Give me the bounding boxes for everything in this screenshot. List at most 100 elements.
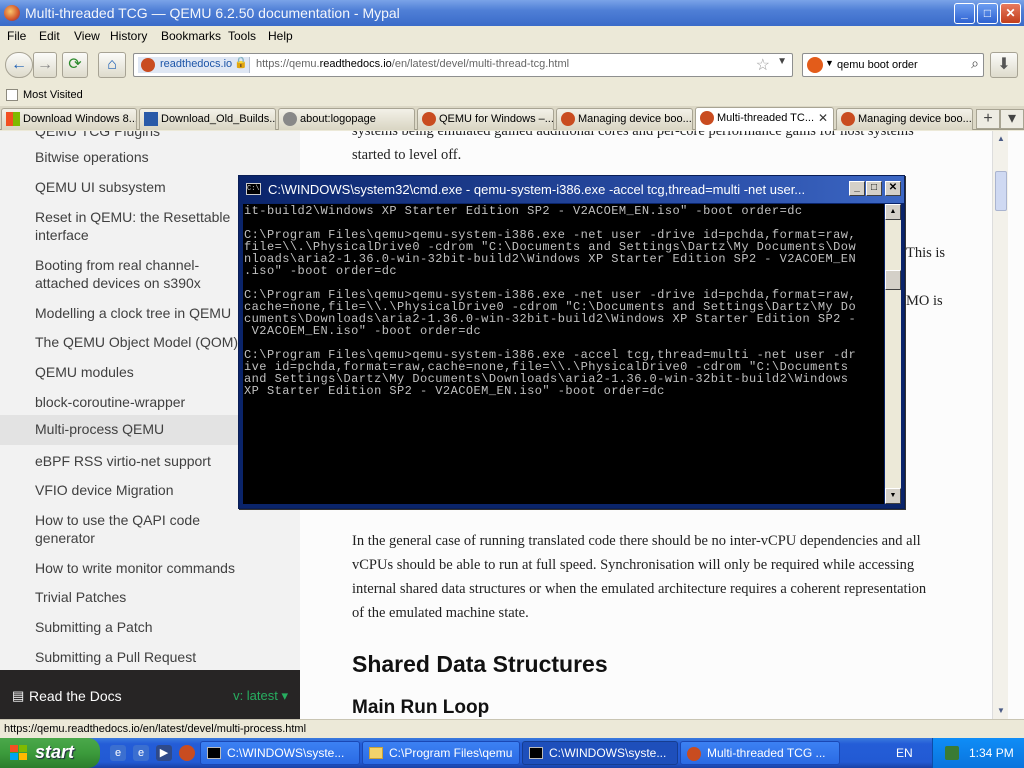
- version-selector[interactable]: v: latest ▾: [233, 688, 288, 704]
- bookmark-star-icon[interactable]: ☆: [756, 55, 770, 75]
- minimize-button[interactable]: _: [954, 3, 975, 24]
- cmd-title-bar[interactable]: C:\ C:\WINDOWS\system32\cmd.exe - qemu-s…: [239, 176, 904, 203]
- downloads-button[interactable]: ⬇: [990, 52, 1018, 78]
- tab-download-windows-8[interactable]: Download Windows 8...: [1, 108, 137, 130]
- download-arrow-icon: ⬇: [997, 56, 1011, 73]
- tab-managing-device-boot-2[interactable]: Managing device boo...: [836, 108, 973, 130]
- paragraph-fragment: MO is: [906, 293, 943, 309]
- tab-multi-threaded-tcg[interactable]: Multi-threaded TC... ✕: [695, 107, 834, 131]
- quicklaunch-media-icon[interactable]: ▶: [156, 745, 172, 761]
- maximize-button[interactable]: □: [977, 3, 998, 24]
- menu-tools[interactable]: Tools: [228, 29, 256, 43]
- start-label: start: [35, 742, 75, 762]
- system-tray: 1:34 PM: [932, 738, 1024, 768]
- book-icon: ▤: [12, 688, 25, 703]
- sidebar-item-submitting-pull-request[interactable]: Submitting a Pull Request: [0, 647, 300, 669]
- cmd-app-icon: C:\: [246, 183, 261, 195]
- paragraph-line: In the general case of running translate…: [352, 533, 921, 549]
- menu-view[interactable]: View: [74, 29, 100, 43]
- scroll-up-arrow-icon[interactable]: ▲: [993, 131, 1009, 147]
- home-button[interactable]: ⌂: [98, 52, 126, 78]
- tab-download-old-builds[interactable]: Download_Old_Builds...: [139, 108, 276, 130]
- tab-label: Managing device boo...: [578, 113, 692, 125]
- quicklaunch-browser-icon[interactable]: e: [133, 745, 149, 761]
- console-scroll-thumb[interactable]: [885, 270, 901, 290]
- search-bar[interactable]: ▼ ⌕: [802, 53, 984, 77]
- console-scroll-up-icon[interactable]: ▲: [885, 204, 901, 220]
- sidebar-item-label: Multi-process QEMU: [35, 421, 165, 437]
- taskbar-button-label: Multi-threaded TCG ...: [707, 746, 826, 760]
- readthedocs-favicon-icon: [841, 112, 855, 126]
- window-title-bar[interactable]: Multi-threaded TCG — QEMU 6.2.50 documen…: [0, 0, 1024, 26]
- tab-label: Managing device boo...: [858, 113, 972, 125]
- status-link-url: https://qemu.readthedocs.io/en/latest/de…: [4, 723, 307, 735]
- quicklaunch-ie-icon[interactable]: e: [110, 745, 126, 761]
- menu-help[interactable]: Help: [268, 29, 293, 43]
- search-engine-dropdown-icon[interactable]: ▼: [825, 58, 834, 68]
- url-text[interactable]: https://qemu.readthedocs.io/en/latest/de…: [256, 58, 569, 70]
- sidebar-item-qapi-code-generator[interactable]: How to use the QAPI code generator: [0, 510, 300, 550]
- forward-button[interactable]: →: [33, 52, 57, 78]
- address-bar[interactable]: readthedocs.io 🔒 https://qemu.readthedoc…: [133, 53, 793, 77]
- menu-bookmarks[interactable]: Bookmarks: [161, 29, 221, 43]
- cmd-minimize-button[interactable]: _: [849, 181, 865, 196]
- mypal-app-icon: [4, 5, 20, 21]
- new-tab-button[interactable]: +: [976, 109, 1000, 129]
- menu-file[interactable]: File: [7, 29, 26, 43]
- console-scroll-down-icon[interactable]: ▼: [885, 488, 901, 504]
- search-engine-icon[interactable]: [807, 57, 823, 73]
- taskbar-button-cmd-1[interactable]: C:\WINDOWS\syste...: [200, 741, 360, 765]
- sidebar-item-trivial-patches[interactable]: Trivial Patches: [0, 587, 300, 609]
- page-scrollbar[interactable]: ▲ ▼: [992, 131, 1008, 719]
- sidebar-item-label: Booting from real channel-attached devic…: [35, 257, 201, 291]
- quicklaunch-mypal-icon[interactable]: [179, 745, 195, 761]
- paragraph-line: vCPUs should be able to run at full spee…: [352, 557, 915, 573]
- language-indicator[interactable]: EN: [896, 746, 913, 760]
- sidebar-item-label: Reset in QEMU: the Resettable interface: [35, 209, 231, 243]
- console-output[interactable]: it-build2\Windows XP Starter Edition SP2…: [243, 204, 884, 504]
- tab-label: Download_Old_Builds...: [161, 113, 276, 125]
- tab-about-logopage[interactable]: about:logopage: [278, 108, 415, 130]
- tab-label: Multi-threaded TC...: [717, 112, 815, 124]
- close-window-button[interactable]: ✕: [1000, 3, 1021, 24]
- scroll-down-arrow-icon[interactable]: ▼: [993, 703, 1009, 719]
- search-icon[interactable]: ⌕: [971, 55, 979, 72]
- cmd-maximize-button[interactable]: □: [866, 181, 882, 196]
- tray-network-icon[interactable]: [945, 746, 959, 760]
- url-history-dropdown-icon[interactable]: ▼: [777, 56, 787, 67]
- sidebar-item-label: eBPF RSS virtio-net support: [35, 453, 211, 469]
- search-input[interactable]: [837, 57, 959, 73]
- tab-managing-device-boot-1[interactable]: Managing device boo...: [556, 108, 693, 130]
- tab-label: QEMU for Windows –...: [439, 113, 554, 125]
- start-button[interactable]: start: [0, 738, 100, 768]
- readthedocs-favicon-icon: [141, 58, 155, 72]
- tab-qemu-for-windows[interactable]: QEMU for Windows –...: [417, 108, 554, 130]
- cmd-close-button[interactable]: ✕: [885, 181, 901, 196]
- url-domain: readthedocs.io: [319, 58, 392, 70]
- menu-history[interactable]: History: [110, 29, 147, 43]
- forward-arrow-icon: →: [37, 56, 53, 73]
- sidebar-item-qemu-tcg-plugins[interactable]: QEMU TCG Plugins: [0, 131, 300, 141]
- sidebar-item-submitting-patch[interactable]: Submitting a Patch: [0, 617, 300, 639]
- menu-edit[interactable]: Edit: [39, 29, 60, 43]
- cmd-window[interactable]: C:\ C:\WINDOWS\system32\cmd.exe - qemu-s…: [238, 175, 905, 509]
- sidebar-item-monitor-commands[interactable]: How to write monitor commands: [0, 558, 300, 580]
- scrollbar-thumb[interactable]: [995, 171, 1007, 211]
- sidebar-item-bitwise-operations[interactable]: Bitwise operations: [0, 147, 300, 169]
- taskbar-button-cmd-2[interactable]: C:\WINDOWS\syste...: [522, 741, 678, 765]
- clock[interactable]: 1:34 PM: [969, 746, 1014, 760]
- close-tab-icon[interactable]: ✕: [818, 111, 828, 125]
- console-scrollbar[interactable]: ▲ ▼: [885, 204, 901, 504]
- bookmarks-toolbar: Most Visited: [0, 84, 1024, 106]
- sidebar-item-label: Modelling a clock tree in QEMU: [35, 305, 232, 321]
- sidebar-item-label: Submitting a Pull Request: [35, 649, 197, 665]
- list-all-tabs-button[interactable]: ▾: [1000, 109, 1024, 129]
- paragraph-line: internal shared data structures or when …: [352, 581, 927, 597]
- window-title: Multi-threaded TCG — QEMU 6.2.50 documen…: [25, 5, 400, 21]
- taskbar-button-mypal[interactable]: Multi-threaded TCG ...: [680, 741, 840, 765]
- taskbar-button-explorer[interactable]: C:\Program Files\qemu: [362, 741, 520, 765]
- most-visited-bookmark[interactable]: Most Visited: [23, 89, 83, 101]
- reload-button[interactable]: ⟳: [62, 52, 88, 78]
- back-button[interactable]: ←: [5, 52, 33, 78]
- read-the-docs-flyout[interactable]: ▤ Read the Docs v: latest ▾: [0, 670, 300, 719]
